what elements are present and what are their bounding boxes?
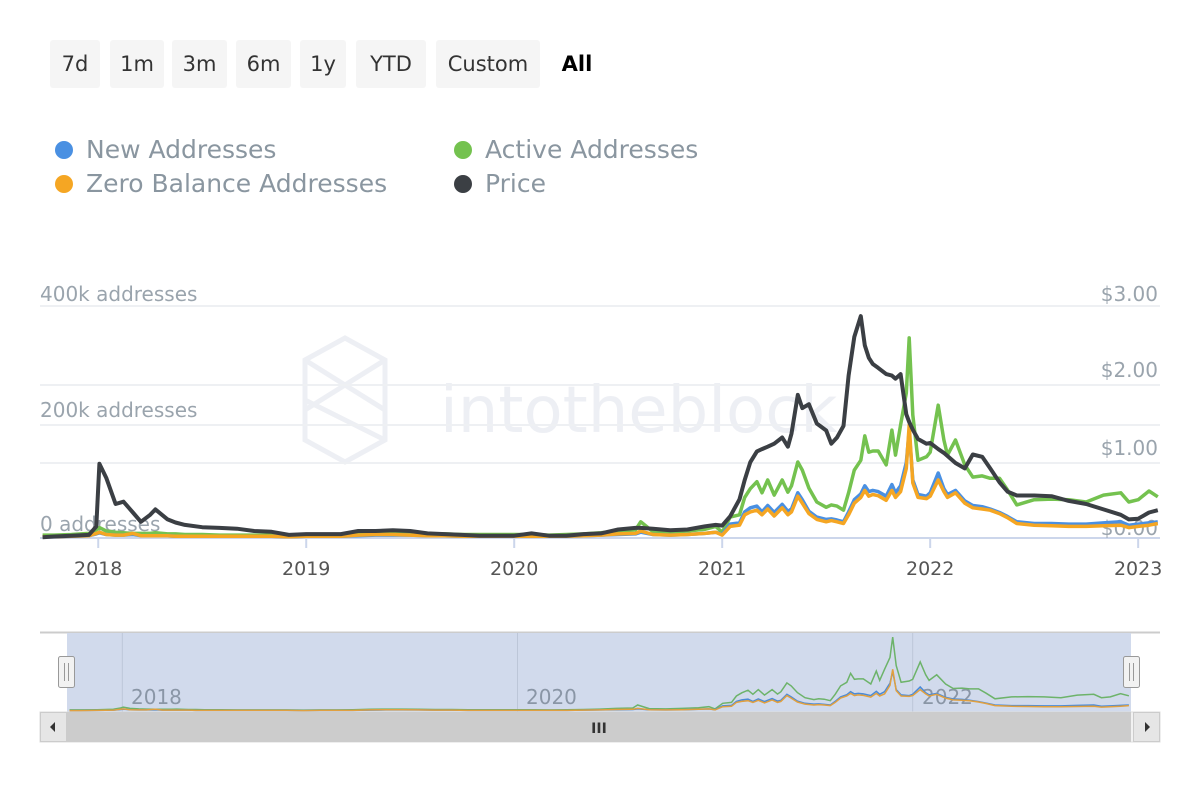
navigator-right-handle[interactable]	[1123, 656, 1140, 688]
y-right-tick-1: $1.00	[1101, 436, 1158, 460]
x-tick-label-2018: 2018	[74, 558, 122, 580]
scrollbar[interactable]: III	[39, 711, 1161, 743]
x-tick-label-2021: 2021	[698, 558, 746, 580]
y-right-tick-3: $3.00	[1101, 282, 1158, 306]
x-tick-label-2022: 2022	[906, 558, 954, 580]
y-left-tick-200k: 200k addresses	[40, 398, 197, 422]
y-right-tick-2: $2.00	[1101, 358, 1158, 382]
navigator-label-2018: 2018	[131, 685, 182, 709]
x-tick-label-2020: 2020	[490, 558, 538, 580]
x-tick-label-2019: 2019	[282, 558, 330, 580]
scrollbar-grip-icon: III	[591, 721, 607, 737]
x-axis: 2018 2019 2020 2021 2022 2023	[74, 538, 1162, 580]
x-tick-label-2023: 2023	[1114, 558, 1162, 580]
scroll-left-button[interactable]	[40, 712, 67, 742]
navigator-label-2020: 2020	[526, 685, 577, 709]
chart: intotheblock 400k addresses 200k address…	[39, 282, 1162, 743]
navigator-left-handle[interactable]	[58, 656, 75, 688]
navigator[interactable]: 2018 2020 2022	[40, 631, 1160, 713]
watermark: intotheblock	[302, 335, 837, 465]
scroll-right-button[interactable]	[1133, 712, 1160, 742]
y-left-tick-400k: 400k addresses	[40, 282, 197, 306]
